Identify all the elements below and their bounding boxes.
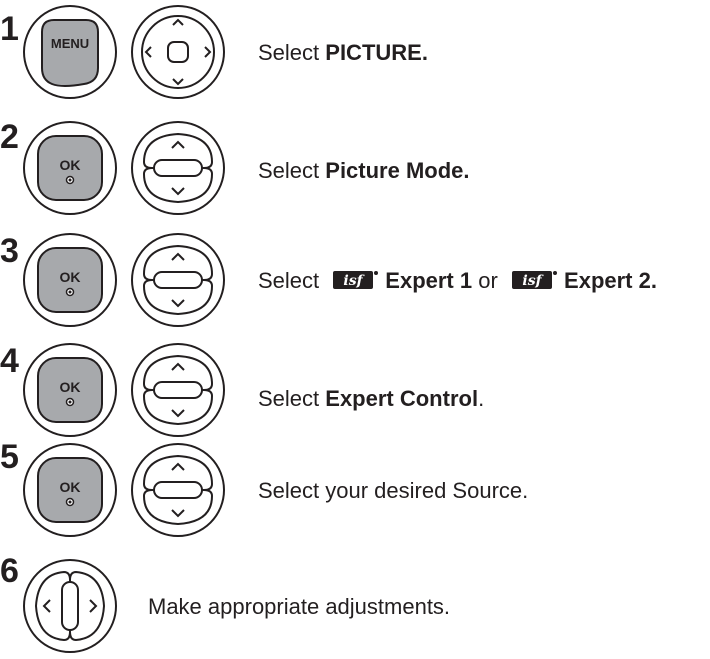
step-number: 2 [0,118,19,156]
updown-button[interactable] [128,230,228,330]
ok-button[interactable]: OK [20,118,120,218]
step-number: 5 [0,438,19,476]
step-5-text: Select your desired Source. [258,478,529,503]
isf-logo-icon: isf [512,271,558,289]
dpad-button[interactable] [128,2,228,102]
updown-button[interactable] [128,118,228,218]
step-3-text: Select isf Expert 1 or isf Expert 2. [258,268,657,293]
step-number: 1 [0,10,19,48]
leftright-button[interactable] [20,556,120,656]
step-number: 6 [0,552,19,590]
step-number: 4 [0,342,19,380]
updown-button[interactable] [128,340,228,440]
step-4-text: Select Expert Control. [258,386,485,411]
menu-label: MENU [51,36,89,51]
ok-label: OK [60,269,81,285]
ok-button[interactable]: OK [20,340,120,440]
step-6-text: Make appropriate adjustments. [148,594,451,619]
step-2-text: Select Picture Mode. [258,158,470,183]
ok-button[interactable]: OK [20,440,120,540]
step-1-text: Select PICTURE. [258,40,428,65]
updown-button[interactable] [128,440,228,540]
menu-button[interactable]: MENU [20,2,120,102]
svg-text:isf: isf [344,273,366,289]
ok-label: OK [60,479,81,495]
ok-button[interactable]: OK [20,230,120,330]
ok-label: OK [60,379,81,395]
ok-label: OK [60,157,81,173]
step-number: 3 [0,232,19,270]
svg-text:isf: isf [522,273,544,289]
isf-logo-icon: isf [333,271,379,289]
